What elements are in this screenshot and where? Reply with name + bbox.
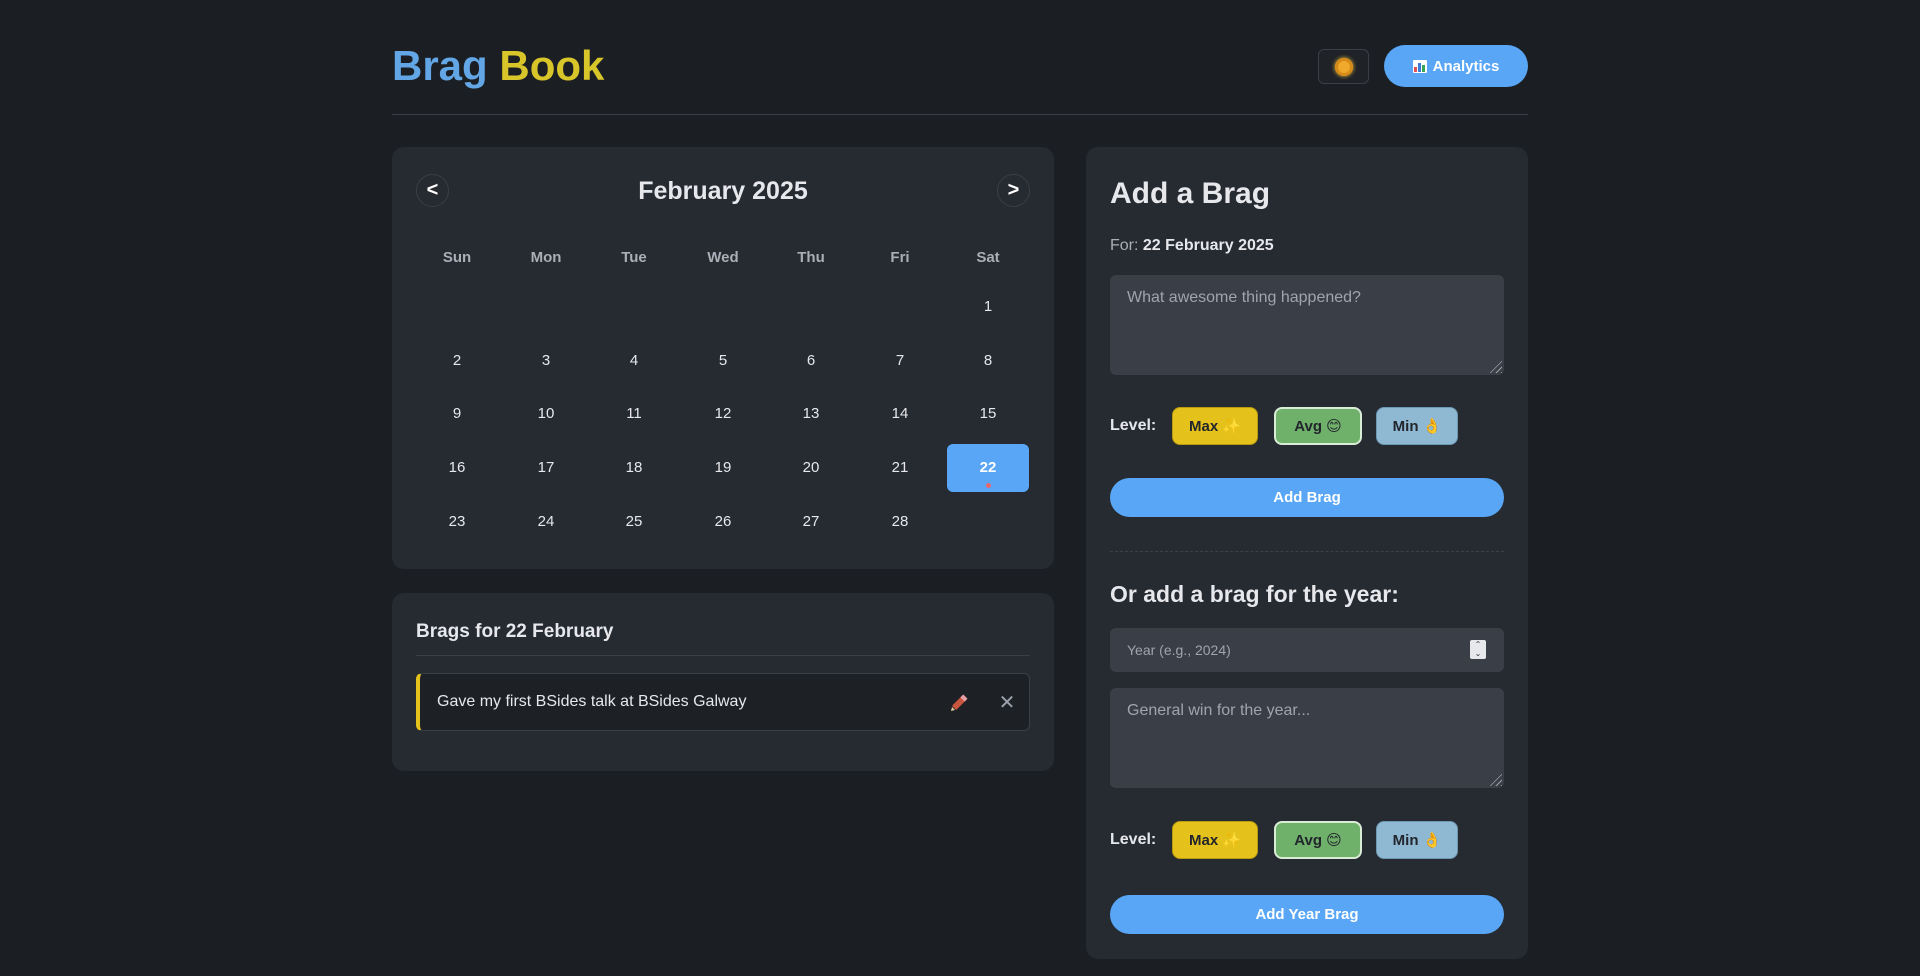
weekday-header: Sat: [976, 249, 1000, 266]
calendar-day[interactable]: 10: [505, 390, 587, 438]
resize-handle-icon[interactable]: [1488, 359, 1502, 373]
calendar-day[interactable]: 19: [682, 444, 764, 492]
year-brag-textarea[interactable]: General win for the year...: [1110, 688, 1504, 788]
weekday-header: Fri: [890, 249, 910, 266]
theme-toggle-button[interactable]: [1318, 49, 1369, 84]
app-title-word-2: Book: [499, 42, 605, 89]
calendar-day[interactable]: 1: [947, 283, 1029, 331]
year-input[interactable]: Year (e.g., 2024) ⌃ ⌄: [1110, 628, 1504, 672]
weekday-header: Mon: [530, 249, 562, 266]
level-avg-button[interactable]: Avg 😊: [1274, 407, 1362, 445]
divider: [416, 655, 1030, 656]
year-level-min-button[interactable]: Min 👌: [1376, 821, 1458, 859]
add-brag-button[interactable]: Add Brag: [1110, 478, 1504, 517]
calendar-day[interactable]: 4: [593, 337, 675, 385]
calendar-day-selected[interactable]: 22: [947, 444, 1029, 492]
selected-date-line: For: 22 February 2025: [1110, 237, 1274, 255]
calendar-day[interactable]: 18: [593, 444, 675, 492]
level-min-button[interactable]: Min 👌: [1376, 407, 1458, 445]
sun-icon: [1334, 57, 1353, 76]
calendar-day[interactable]: 8: [947, 337, 1029, 385]
add-brag-card: Add a Brag For: 22 February 2025 What aw…: [1086, 147, 1528, 959]
weekday-header: Sun: [442, 249, 472, 266]
weekday-header: Thu: [797, 249, 825, 266]
calendar-day[interactable]: 25: [593, 498, 675, 546]
calendar-day[interactable]: 2: [416, 337, 498, 385]
section-divider: [1110, 551, 1504, 552]
calendar-day[interactable]: 11: [593, 390, 675, 438]
calendar-day[interactable]: 23: [416, 498, 498, 546]
year-level-label: Level:: [1110, 831, 1157, 848]
calendar-day[interactable]: 28: [859, 498, 941, 546]
year-input-placeholder: Year (e.g., 2024): [1127, 642, 1231, 658]
calendar-day[interactable]: 7: [859, 337, 941, 385]
level-max-button[interactable]: Max ✨: [1172, 407, 1258, 445]
calendar-day[interactable]: 20: [770, 444, 852, 492]
calendar-card: < February 2025 > Sun Mon Tue Wed Thu Fr…: [392, 147, 1054, 569]
calendar-day[interactable]: 3: [505, 337, 587, 385]
app-title: Brag Book: [392, 40, 604, 92]
calendar-day[interactable]: 13: [770, 390, 852, 438]
calendar-day[interactable]: 17: [505, 444, 587, 492]
calendar-day[interactable]: 21: [859, 444, 941, 492]
weekday-header: Wed: [707, 249, 739, 266]
calendar-day[interactable]: 24: [505, 498, 587, 546]
calendar-day[interactable]: 9: [416, 390, 498, 438]
resize-handle-icon[interactable]: [1488, 772, 1502, 786]
brag-text: Gave my first BSides talk at BSides Galw…: [437, 693, 747, 710]
calendar-day[interactable]: 12: [682, 390, 764, 438]
add-brag-title: Add a Brag: [1110, 177, 1271, 210]
close-delete-icon[interactable]: ✕: [996, 692, 1018, 714]
analytics-button-label: Analytics: [1432, 57, 1500, 75]
brags-list-card: Brags for 22 February Gave my first BSid…: [392, 593, 1054, 771]
calendar-day[interactable]: 26: [682, 498, 764, 546]
next-month-button[interactable]: >: [997, 174, 1030, 207]
app-title-word-1: Brag: [392, 42, 488, 89]
brag-textarea[interactable]: What awesome thing happened?: [1110, 275, 1504, 375]
month-title: February 2025: [638, 177, 808, 205]
weekday-header: Tue: [621, 249, 647, 266]
brags-list-title: Brags for 22 February: [416, 621, 614, 642]
number-spinner-icon[interactable]: ⌃ ⌄: [1470, 640, 1486, 659]
bar-chart-icon: [1412, 59, 1427, 73]
has-brag-dot-icon: [986, 483, 991, 488]
brag-list-item: Gave my first BSides talk at BSides Galw…: [416, 673, 1030, 731]
year-level-max-button[interactable]: Max ✨: [1172, 821, 1258, 859]
calendar-day[interactable]: 14: [859, 390, 941, 438]
calendar-day[interactable]: 16: [416, 444, 498, 492]
calendar-day[interactable]: 5: [682, 337, 764, 385]
year-brag-title: Or add a brag for the year:: [1110, 581, 1399, 607]
analytics-button[interactable]: Analytics: [1384, 45, 1528, 87]
calendar-day-number: 22: [979, 459, 997, 476]
year-level-avg-button[interactable]: Avg 😊: [1274, 821, 1362, 859]
calendar-day[interactable]: 15: [947, 390, 1029, 438]
selected-date: 22 February 2025: [1142, 237, 1274, 254]
year-brag-textarea-placeholder: General win for the year...: [1127, 702, 1311, 719]
app-header: Brag Book Analytics: [392, 0, 1528, 115]
pencil-edit-icon[interactable]: [948, 692, 970, 714]
for-prefix: For:: [1110, 237, 1139, 254]
calendar-day[interactable]: 27: [770, 498, 852, 546]
brag-textarea-placeholder: What awesome thing happened?: [1127, 289, 1361, 306]
add-year-brag-button[interactable]: Add Year Brag: [1110, 895, 1504, 934]
level-label: Level:: [1110, 417, 1157, 434]
calendar-day[interactable]: 6: [770, 337, 852, 385]
